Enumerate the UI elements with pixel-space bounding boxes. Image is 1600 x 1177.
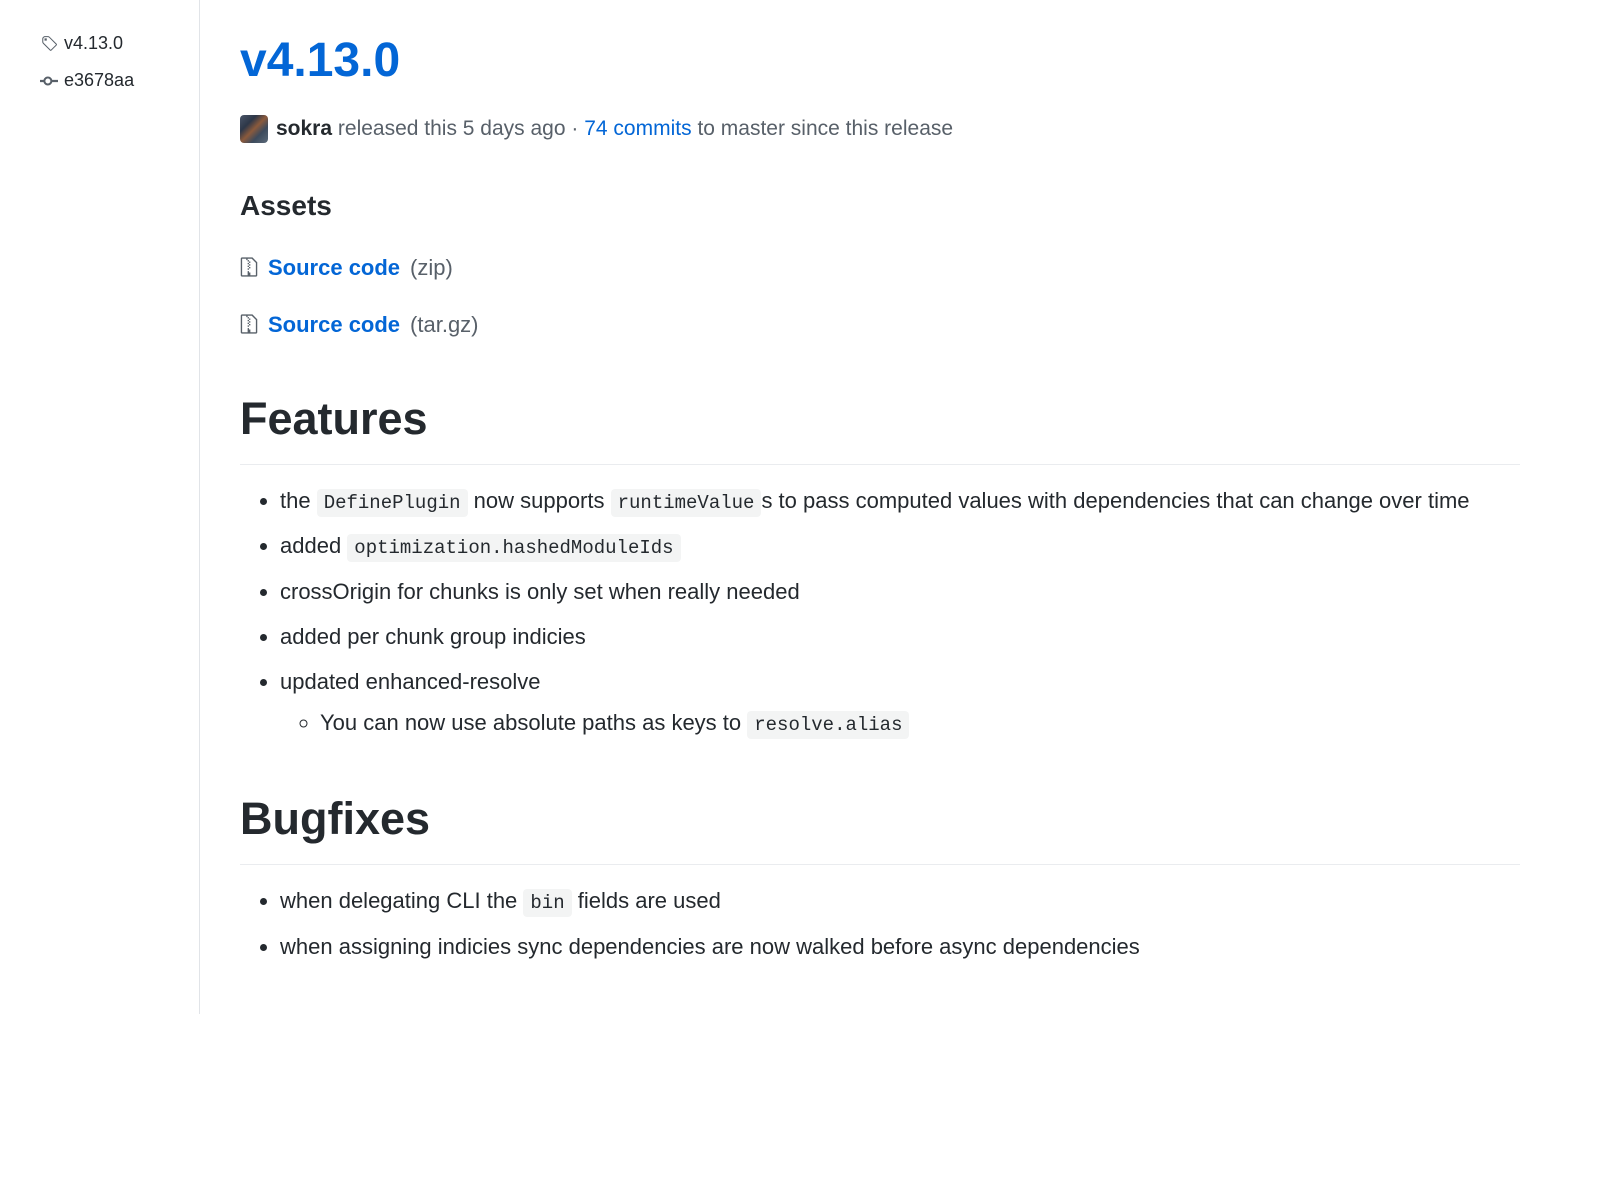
avatar[interactable] — [240, 115, 268, 143]
bugfixes-list: when delegating CLI the bin fields are u… — [240, 883, 1520, 964]
list-item: updated enhanced-resolve You can now use… — [280, 664, 1520, 741]
list-item: when delegating CLI the bin fields are u… — [280, 883, 1520, 918]
commit-label: e3678aa — [64, 67, 134, 94]
tag-icon — [40, 35, 58, 53]
commit-icon — [40, 72, 58, 90]
asset-ext: (zip) — [410, 251, 453, 284]
release-title[interactable]: v4.13.0 — [240, 25, 1520, 97]
meta-separator: · — [571, 117, 578, 140]
list-item: added optimization.hashedModuleIds — [280, 528, 1520, 563]
zip-icon — [240, 313, 258, 335]
release-sidebar: v4.13.0 e3678aa — [0, 0, 200, 1014]
code-inline: resolve.alias — [747, 711, 909, 739]
features-heading: Features — [240, 385, 1520, 466]
released-text: released this 5 days ago — [338, 117, 566, 140]
tag-label: v4.13.0 — [64, 30, 123, 57]
asset-item: Source code (tar.gz) — [240, 308, 1520, 341]
list-item: the DefinePlugin now supports runtimeVal… — [280, 483, 1520, 518]
author-link[interactable]: sokra — [276, 117, 332, 140]
code-inline: bin — [523, 889, 571, 917]
code-inline: runtimeValue — [611, 489, 762, 517]
tag-link[interactable]: v4.13.0 — [40, 30, 179, 57]
code-inline: DefinePlugin — [317, 489, 468, 517]
commits-suffix: to master since this release — [697, 117, 953, 140]
asset-link-targz[interactable]: Source code — [268, 308, 400, 341]
asset-item: Source code (zip) — [240, 251, 1520, 284]
commits-link[interactable]: 74 commits — [584, 117, 691, 140]
list-item: You can now use absolute paths as keys t… — [320, 705, 1520, 740]
list-item: added per chunk group indicies — [280, 619, 1520, 654]
zip-icon — [240, 256, 258, 278]
bugfixes-heading: Bugfixes — [240, 785, 1520, 866]
asset-ext: (tar.gz) — [410, 308, 478, 341]
release-main: v4.13.0 sokra released this 5 days ago ·… — [200, 0, 1560, 1014]
list-item: crossOrigin for chunks is only set when … — [280, 574, 1520, 609]
commit-link[interactable]: e3678aa — [40, 67, 179, 94]
code-inline: optimization.hashedModuleIds — [347, 534, 680, 562]
features-list: the DefinePlugin now supports runtimeVal… — [240, 483, 1520, 741]
list-item: when assigning indicies sync dependencie… — [280, 929, 1520, 964]
asset-link-zip[interactable]: Source code — [268, 251, 400, 284]
assets-heading: Assets — [240, 185, 1520, 227]
release-meta: sokra released this 5 days ago · 74 comm… — [240, 113, 1520, 145]
